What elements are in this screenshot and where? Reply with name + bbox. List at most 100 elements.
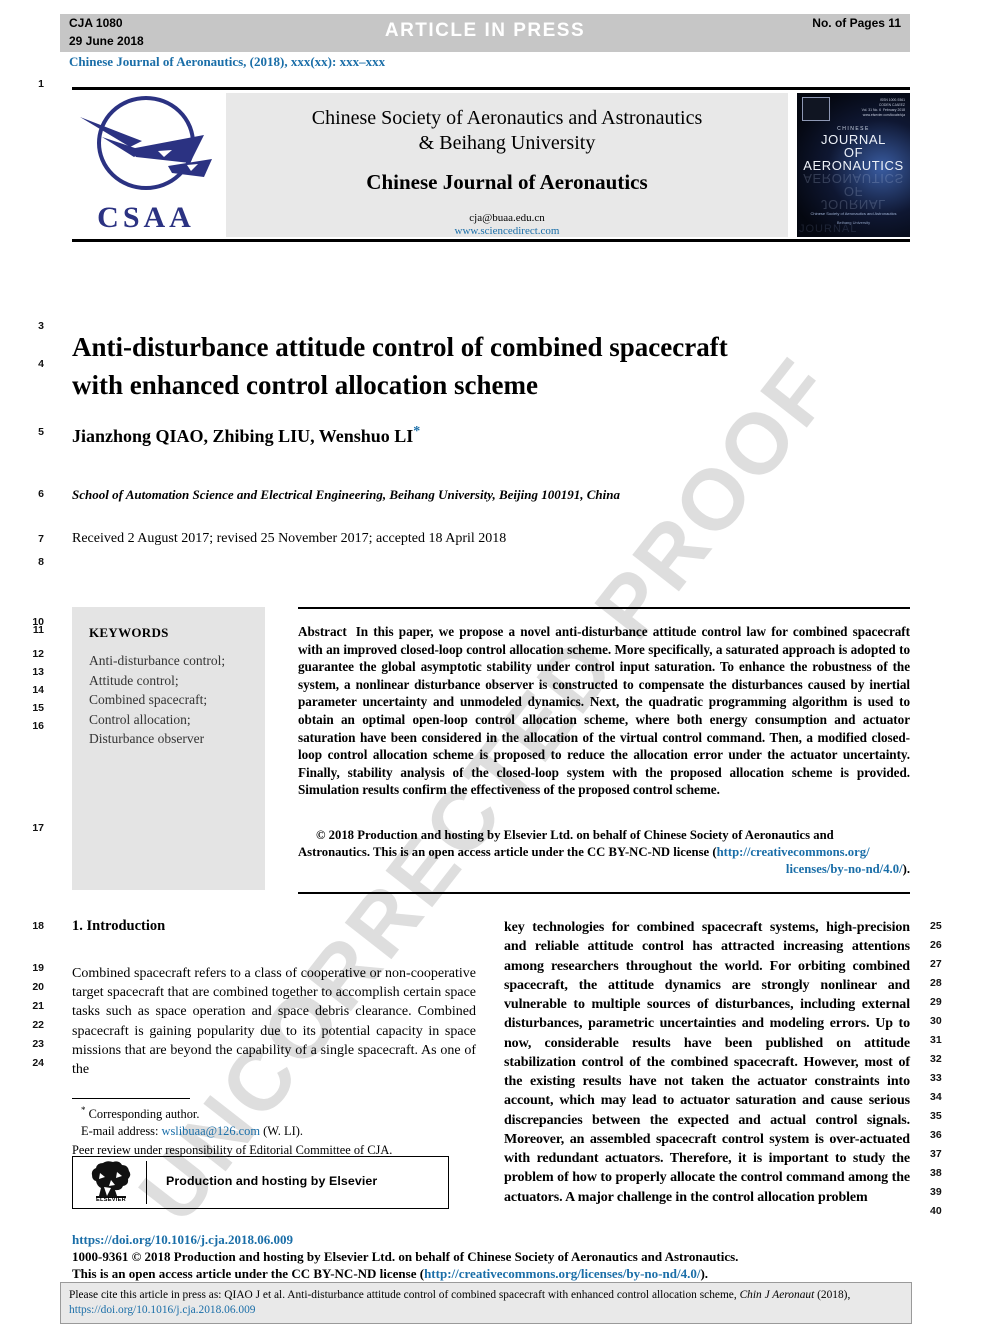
journal-title: Chinese Journal of Aeronautics <box>366 170 648 194</box>
article-in-press-banner: CJA 1080 29 June 2018 ARTICLE IN PRESS N… <box>60 14 910 52</box>
article-history: Received 2 August 2017; revised 25 Novem… <box>72 531 507 546</box>
keywords-heading: KEYWORDS <box>89 625 169 640</box>
line-number: 30 <box>930 1015 942 1027</box>
line-number: 11 <box>32 624 44 636</box>
line-number: 35 <box>930 1110 942 1122</box>
footer-license-pre: This is an open access article under the… <box>72 1266 425 1281</box>
line-number: 17 <box>32 822 44 834</box>
author-email-link[interactable]: wslibuaa@126.com <box>162 1124 260 1138</box>
line-number: 5 <box>38 426 44 438</box>
footnote-email-label: E-mail address: <box>81 1124 159 1139</box>
body-column-left: 1. Introduction Combined spacecraft refe… <box>72 918 476 1079</box>
footnote-email-owner: (W. LI). <box>263 1124 303 1139</box>
cover-main-title: JOURNAL OF AERONAUTICS <box>803 132 904 173</box>
line-number: 25 <box>930 920 942 932</box>
cc-license-link[interactable]: http://creativecommons.org/ <box>717 845 870 859</box>
journal-email: cja@buaa.edu.cn <box>469 212 545 224</box>
copyright-line-3: licenses/by-no-nd/4.0/). <box>298 861 910 878</box>
line-number: 32 <box>930 1053 942 1065</box>
cite-prefix: Please cite this article in press as: QI… <box>69 1289 737 1301</box>
csaa-logo: CSAA <box>72 93 220 237</box>
abstract-block: Abstract In this paper, we propose a nove… <box>298 623 910 799</box>
production-hosting-label: Production and hosting by Elsevier <box>166 1174 378 1188</box>
introduction-paragraph-left: Combined spacecraft refers to a class of… <box>72 966 476 1078</box>
line-number: 40 <box>930 1205 942 1217</box>
journal-article-page: CJA 1080 29 June 2018 ARTICLE IN PRESS N… <box>0 0 992 1324</box>
line-number: 23 <box>32 1038 44 1050</box>
footnote-block: * Corresponding author. E-mail address: … <box>72 1102 476 1159</box>
line-number: 19 <box>32 962 44 974</box>
cover-footer-society: Chinese Society of Aeronautics and Astro… <box>810 211 897 216</box>
footer-license-post: ). <box>700 1266 709 1281</box>
line-number: 16 <box>32 720 44 732</box>
csaa-emblem-icon <box>80 96 212 190</box>
cover-issn-code: ISSN 1000-9361 CODEN CJAEEZ Vol. 31 No. … <box>861 98 905 117</box>
society-line-2: & Beihang University <box>418 132 596 154</box>
line-number: 1 <box>38 78 44 90</box>
sciencedirect-link[interactable]: www.sciencedirect.com <box>226 225 788 237</box>
line-number: 38 <box>930 1167 942 1179</box>
cite-journal-name: Chin J Aeronaut <box>739 1289 815 1301</box>
keyword-item: Control allocation; <box>89 711 191 727</box>
masthead-rule-top <box>72 87 910 90</box>
line-number: 3 <box>38 320 44 332</box>
cite-doi-link[interactable]: https://doi.org/10.1016/j.cja.2018.06.00… <box>69 1304 255 1316</box>
abstract-copyright: © 2018 Production and hosting by Elsevie… <box>298 827 910 879</box>
footer-license-link[interactable]: http://creativecommons.org/licenses/by-n… <box>424 1266 700 1281</box>
line-number: 6 <box>38 488 44 500</box>
footnote-corresponding: * Corresponding author. <box>72 1102 476 1123</box>
elsevier-production-box: ELSEVIER Production and hosting by Elsev… <box>72 1156 449 1209</box>
author-list: Jianzhong QIAO, Zhibing LIU, Wenshuo LI* <box>72 424 420 447</box>
corresponding-author-marker[interactable]: * <box>413 424 420 439</box>
cite-year: (2018), <box>817 1289 851 1301</box>
author-names: Jianzhong QIAO, Zhibing LIU, Wenshuo LI <box>72 426 414 446</box>
footnote-email-line: E-mail address: wslibuaa@126.com (W. LI)… <box>72 1123 476 1140</box>
line-number: 14 <box>32 684 44 696</box>
cover-title-reflection: JOURNAL OF AERONAUTICS <box>803 171 904 212</box>
line-number: 7 <box>38 533 44 545</box>
line-number: 13 <box>32 666 44 678</box>
line-number: 21 <box>32 1000 44 1012</box>
copyright-line-3-tail: ). <box>902 862 910 877</box>
cite-text: Please cite this article in press as: QI… <box>69 1288 903 1319</box>
issn-copyright-line: 1000-9361 © 2018 Production and hosting … <box>72 1249 739 1264</box>
line-number: 34 <box>930 1091 942 1103</box>
elsevier-box-divider <box>146 1161 148 1204</box>
footer-license-line: This is an open access article under the… <box>72 1265 912 1282</box>
footer-issn-license: 1000-9361 © 2018 Production and hosting … <box>72 1248 912 1282</box>
page-count: No. of Pages 11 <box>812 16 901 30</box>
abstract-label: Abstract <box>298 624 347 639</box>
running-head: Chinese Journal of Aeronautics, (2018), … <box>69 54 386 69</box>
line-number: 31 <box>930 1034 942 1046</box>
doi-link[interactable]: https://doi.org/10.1016/j.cja.2018.06.00… <box>72 1232 293 1248</box>
keyword-item: Disturbance observer <box>89 731 205 746</box>
csaa-wordmark: CSAA <box>97 201 195 234</box>
line-number: 28 <box>930 977 942 989</box>
footnote-corresponding-text: Corresponding author. <box>88 1107 200 1122</box>
line-number: 20 <box>32 981 44 993</box>
cc-license-link-cont[interactable]: licenses/by-no-nd/4.0/ <box>786 862 903 876</box>
footnote-rule <box>72 1098 190 1100</box>
line-number: 27 <box>930 958 942 970</box>
line-number: 22 <box>32 1019 44 1031</box>
line-number: 33 <box>930 1072 942 1084</box>
line-number: 26 <box>930 939 942 951</box>
section-heading-introduction: 1. Introduction <box>72 918 166 934</box>
elsevier-tree-icon <box>91 1161 131 1198</box>
abstract-text: In this paper, we propose a novel anti-d… <box>298 624 910 798</box>
copyright-line-1: © 2018 Production and hosting by Elsevie… <box>316 828 834 842</box>
line-number: 39 <box>930 1186 942 1198</box>
keywords-panel: KEYWORDS Anti-disturbance control; Attit… <box>72 607 265 890</box>
journal-masthead: Chinese Society of Aeronautics and Astro… <box>226 93 788 237</box>
line-number: 15 <box>32 702 44 714</box>
line-number: 36 <box>930 1129 942 1141</box>
copyright-line-2-text: Astronautics. This is an open access art… <box>298 845 717 860</box>
article-in-press-stamp: ARTICLE IN PRESS <box>384 20 586 41</box>
elsevier-logo-small-icon <box>802 97 830 121</box>
keywords-list: Anti-disturbance control; Attitude contr… <box>89 651 225 749</box>
cover-ghost-text: JOURNAL <box>799 223 858 235</box>
copyright-line-2: Astronautics. This is an open access art… <box>298 844 910 861</box>
abstract-rule-top <box>298 607 910 609</box>
line-number: 4 <box>38 358 44 370</box>
line-number: 24 <box>32 1057 44 1069</box>
